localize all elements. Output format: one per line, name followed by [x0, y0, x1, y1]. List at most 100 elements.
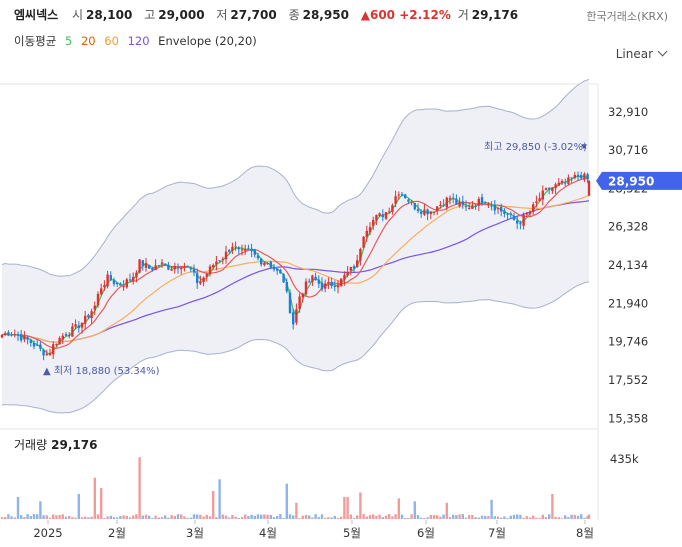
y-tick-label: 21,940	[608, 296, 648, 310]
volume-panel-value: 29,176	[51, 438, 98, 452]
volume-bar	[176, 514, 180, 519]
volume-bar	[557, 517, 560, 519]
candle-body	[224, 251, 228, 260]
volume-bar	[570, 514, 573, 519]
envelope-fill	[2, 79, 589, 413]
volume-bar	[352, 517, 356, 519]
volume-bar	[474, 517, 477, 519]
volume-bar	[493, 516, 496, 519]
volume-bar	[87, 517, 90, 519]
volume-bar	[480, 515, 484, 519]
volume-bar	[378, 514, 381, 519]
candle-body	[324, 283, 327, 289]
volume-bar	[436, 515, 439, 519]
candle-body	[272, 266, 276, 270]
volume-bar	[260, 514, 263, 519]
volume-bar	[36, 514, 39, 519]
volume-bar	[100, 488, 103, 519]
volume-bar	[39, 501, 42, 519]
candle-body	[170, 268, 173, 271]
candle-body	[586, 174, 589, 180]
y-tick-label: 17,552	[608, 373, 648, 387]
price-chart[interactable]: 435k 32,91030,71628,52226,32824,13421,94…	[0, 0, 682, 547]
candle-body	[20, 334, 23, 341]
volume-bar	[448, 517, 452, 519]
volume-bar	[170, 515, 173, 519]
candle-body	[484, 202, 487, 204]
candle-body	[394, 196, 397, 204]
volume-bar	[160, 517, 164, 519]
candle-body	[36, 344, 39, 346]
candle-body	[400, 194, 404, 196]
volume-bar	[343, 496, 346, 519]
volume-bar	[151, 518, 154, 519]
volume-bar	[16, 496, 20, 519]
volume-bar	[285, 483, 288, 519]
volume-bar	[576, 515, 580, 519]
candle-body	[362, 236, 365, 248]
candle-body	[279, 269, 282, 274]
volume-bar	[484, 515, 487, 519]
volume-bar	[522, 517, 525, 519]
candle-body	[32, 343, 36, 347]
volume-bar	[458, 514, 461, 519]
volume-bar	[308, 515, 311, 519]
x-tick-label: 5월	[343, 526, 361, 540]
volume-bar	[218, 479, 221, 519]
candle-body	[68, 335, 71, 337]
candle-body	[109, 275, 112, 281]
candle-body	[256, 255, 260, 259]
y-tick-label: 24,134	[608, 258, 648, 272]
volume-bar	[516, 514, 519, 519]
candle-body	[314, 276, 317, 280]
volume-bar	[42, 515, 45, 519]
volume-bar	[503, 516, 506, 519]
volume-bar	[292, 515, 295, 519]
volume-bar	[336, 518, 340, 519]
volume-bar	[532, 515, 535, 519]
volume-bar	[45, 515, 48, 519]
candle-body	[452, 197, 455, 199]
candle-body	[381, 214, 384, 218]
candle-body	[71, 326, 74, 337]
volume-bar	[173, 516, 176, 519]
candle-body	[423, 209, 426, 215]
volume-bar	[55, 515, 58, 519]
candle-body	[23, 335, 26, 340]
candle-body	[199, 281, 202, 284]
candle-body	[311, 275, 314, 283]
volume-bar	[164, 515, 167, 519]
candle-body	[304, 281, 308, 295]
candle-body	[202, 277, 205, 283]
candle-body	[455, 198, 458, 205]
envelope-band	[1, 78, 590, 414]
x-tick-label: 3월	[186, 526, 204, 540]
candle-body	[295, 309, 298, 323]
candle-body	[240, 249, 244, 251]
candle-body	[234, 246, 237, 248]
x-axis: 2025 2월 3월 4월 5월 6월 7월 8월	[33, 520, 594, 540]
x-tick-label: 6월	[417, 526, 435, 540]
volume-bar	[109, 515, 112, 519]
candle-body	[359, 248, 362, 261]
candle-body	[164, 263, 167, 265]
y-tick-label: 32,910	[608, 105, 648, 119]
volume-bar	[215, 517, 218, 519]
candle-body	[512, 215, 516, 220]
x-tick-label: 2월	[108, 526, 126, 540]
candle-body	[42, 349, 45, 356]
volume-bar	[455, 515, 458, 519]
candle-body	[522, 214, 525, 226]
volume-bar	[544, 517, 548, 519]
volume-bar	[90, 516, 93, 519]
candle-body	[496, 208, 500, 210]
volume-bar	[256, 514, 260, 519]
volume-bar	[356, 515, 359, 519]
candle-body	[0, 334, 4, 338]
low-annotation: ▲ 최저 18,880 (53.34%)	[43, 365, 160, 377]
volume-title: 거래량	[14, 438, 48, 452]
candle-body	[343, 275, 346, 280]
candle-body	[560, 180, 564, 184]
volume-bar	[445, 502, 448, 519]
y-tick-label: 15,358	[608, 411, 648, 425]
